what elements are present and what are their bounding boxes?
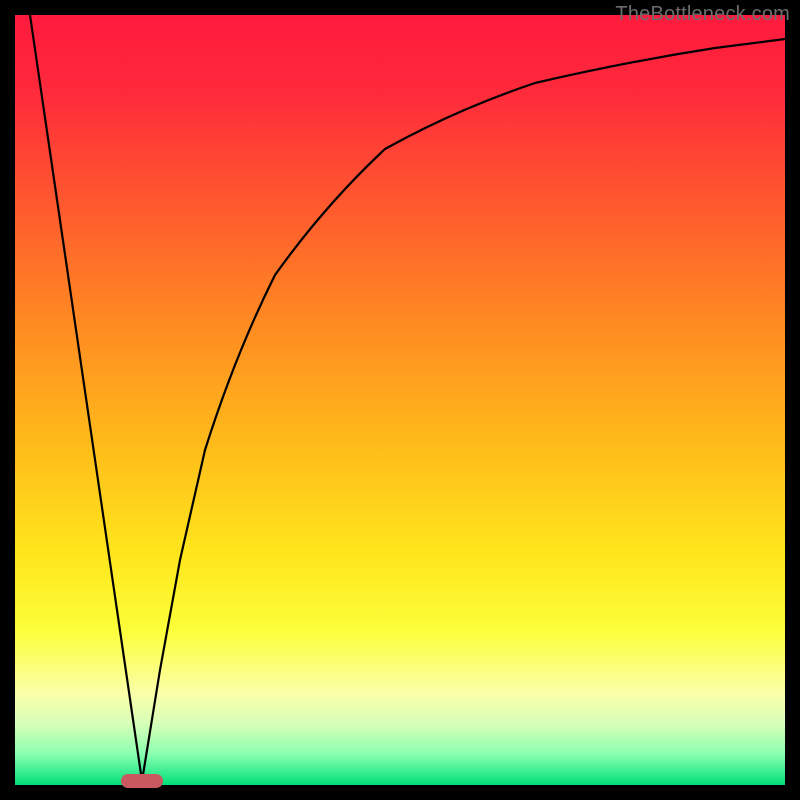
left-v-line bbox=[30, 15, 142, 781]
plot-area bbox=[15, 15, 785, 785]
bottleneck-marker bbox=[121, 774, 163, 788]
watermark-text: TheBottleneck.com bbox=[615, 3, 790, 26]
chart-frame: TheBottleneck.com bbox=[0, 0, 800, 800]
right-curve bbox=[142, 39, 785, 781]
curve-layer bbox=[15, 15, 785, 785]
